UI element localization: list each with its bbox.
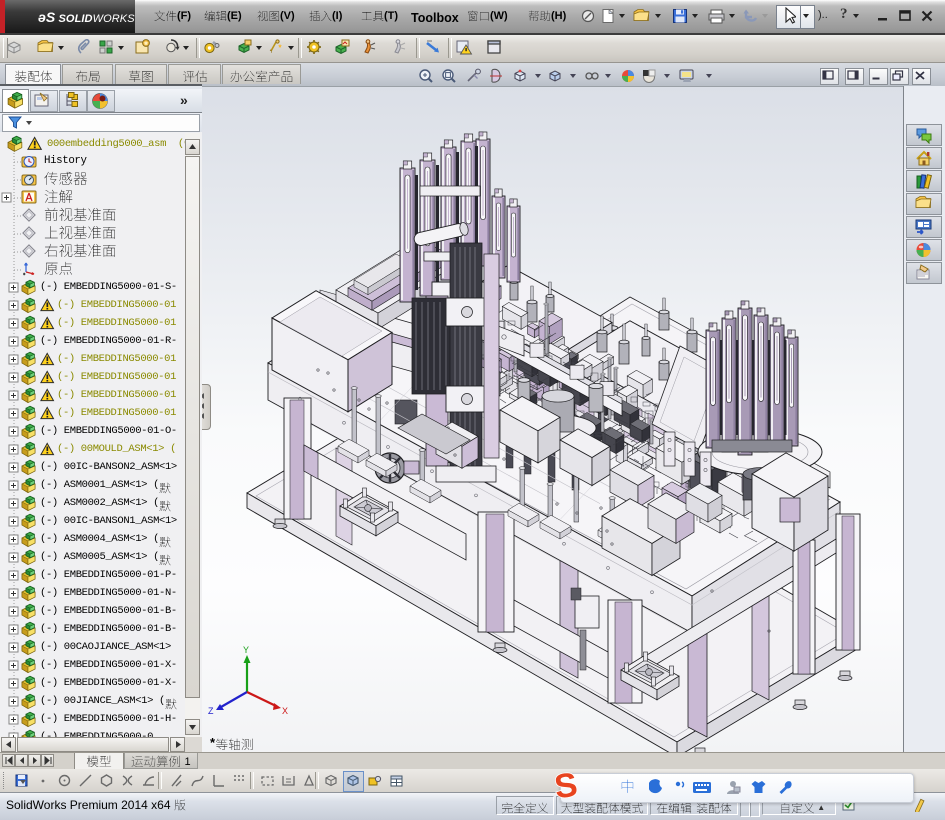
svg-text:X: X bbox=[282, 706, 288, 716]
svg-text:Z: Z bbox=[208, 706, 214, 716]
svg-text:Y: Y bbox=[243, 645, 249, 655]
svg-text:S: S bbox=[552, 768, 580, 804]
